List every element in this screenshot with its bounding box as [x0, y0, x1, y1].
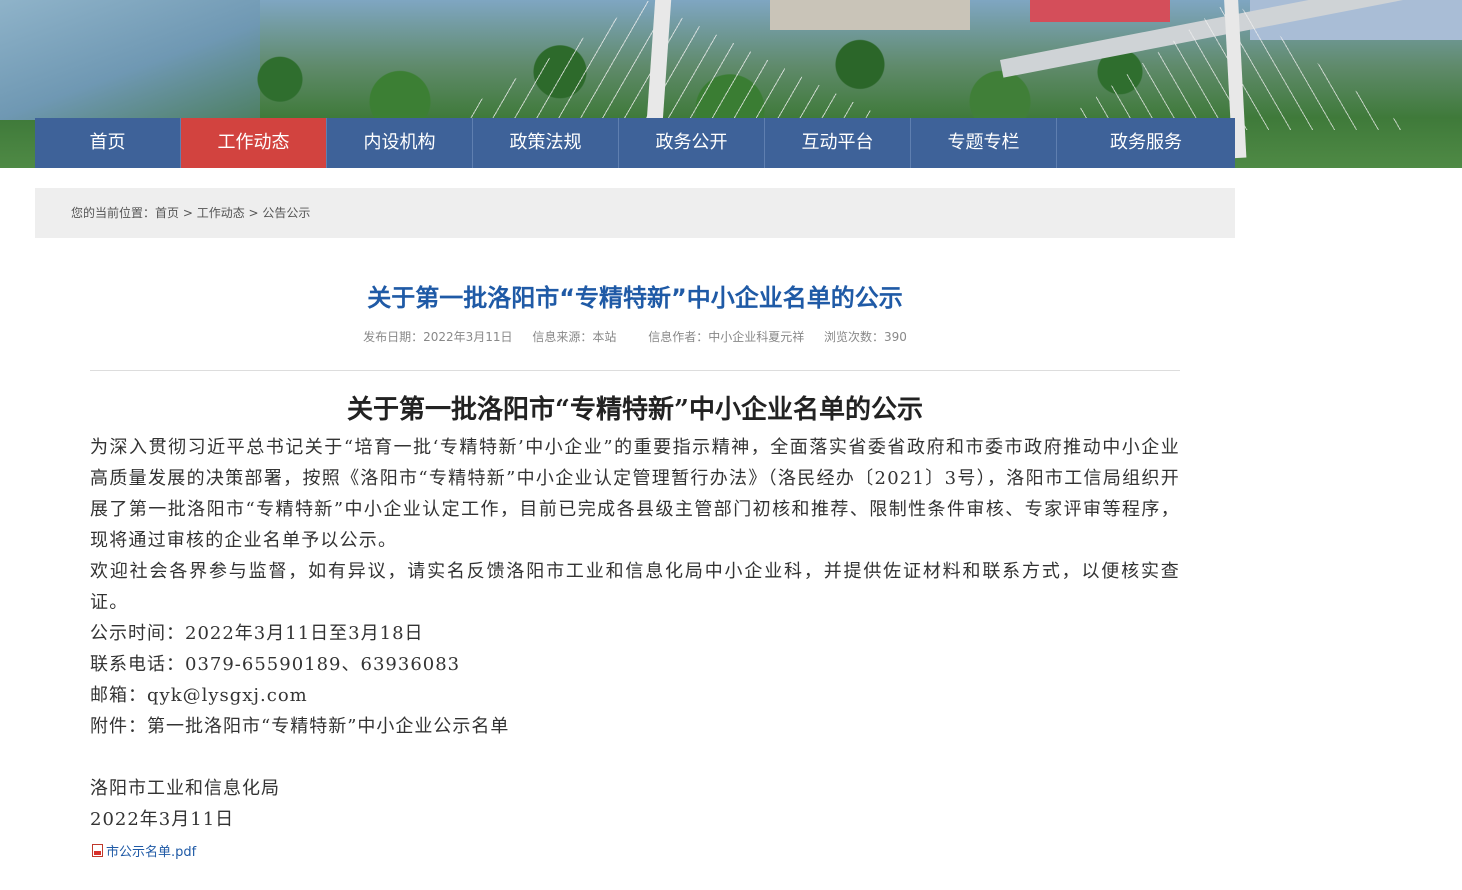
info-author: 信息作者：中小企业科夏元祥: [648, 330, 805, 344]
signature-date: 2022年3月11日: [90, 809, 235, 830]
article-meta: 发布日期：2022年3月11日 信息来源：本站 信息作者：中小企业科夏元祥 浏览…: [0, 328, 1270, 345]
main-nav: 首页 工作动态 内设机构 政策法规 政务公开 互动平台 专题专栏 政务服务: [35, 118, 1235, 168]
nav-item-departments[interactable]: 内设机构: [327, 118, 473, 168]
attachment-link-label[interactable]: 市公示名单.pdf: [106, 841, 196, 860]
content-paragraph-2: 欢迎社会各界参与监督，如有异议，请实名反馈洛阳市工业和信息化局中小企业科，并提供…: [90, 561, 1180, 613]
pdf-file-icon: [92, 844, 103, 857]
article-title: 关于第一批洛阳市“专精特新”中小企业名单的公示: [367, 284, 903, 312]
content-title: 关于第一批洛阳市“专精特新”中小企业名单的公示: [347, 395, 923, 425]
nav-item-policies[interactable]: 政策法规: [473, 118, 619, 168]
contact-email: 邮箱：qyk@lysgxj.com: [90, 685, 308, 706]
signature-org: 洛阳市工业和信息化局: [90, 778, 280, 799]
breadcrumb-separator: >: [244, 206, 263, 220]
nav-item-interaction[interactable]: 互动平台: [765, 118, 911, 168]
breadcrumb-current-link[interactable]: 公告公示: [262, 206, 310, 220]
breadcrumb: 您的当前位置：首页 > 工作动态 > 公告公示: [35, 188, 1235, 238]
nav-item-topics[interactable]: 专题专栏: [911, 118, 1057, 168]
nav-item-home[interactable]: 首页: [35, 118, 181, 168]
breadcrumb-separator: >: [179, 206, 197, 220]
article-content: 关于第一批洛阳市“专精特新”中小企业名单的公示 为深入贯彻习近平总书记关于“培育…: [90, 390, 1180, 835]
publicity-period: 公示时间：2022年3月11日至3月18日: [90, 623, 424, 644]
info-source: 信息来源：本站: [532, 330, 617, 344]
nav-item-gov-affairs[interactable]: 政务公开: [619, 118, 765, 168]
contact-phone: 联系电话：0379-65590189、63936083: [90, 654, 461, 675]
content-paragraph-1: 为深入贯彻习近平总书记关于“培育一批‘专精特新’中小企业”的重要指示精神，全面落…: [90, 437, 1180, 551]
nav-item-services[interactable]: 政务服务: [1057, 118, 1235, 168]
attachment-link[interactable]: 市公示名单.pdf: [92, 841, 196, 860]
attachment-line: 附件：第一批洛阳市“专精特新”中小企业公示名单: [90, 716, 510, 737]
nav-item-work-news[interactable]: 工作动态: [181, 118, 327, 168]
publish-date: 发布日期：2022年3月11日: [363, 330, 513, 344]
banner-red-building: [1030, 0, 1170, 22]
breadcrumb-prefix: 您的当前位置：: [71, 206, 156, 220]
view-count: 浏览次数：390: [824, 330, 907, 344]
breadcrumb-section-link[interactable]: 工作动态: [197, 206, 245, 220]
title-divider: [90, 370, 1180, 371]
breadcrumb-home-link[interactable]: 首页: [155, 206, 179, 220]
